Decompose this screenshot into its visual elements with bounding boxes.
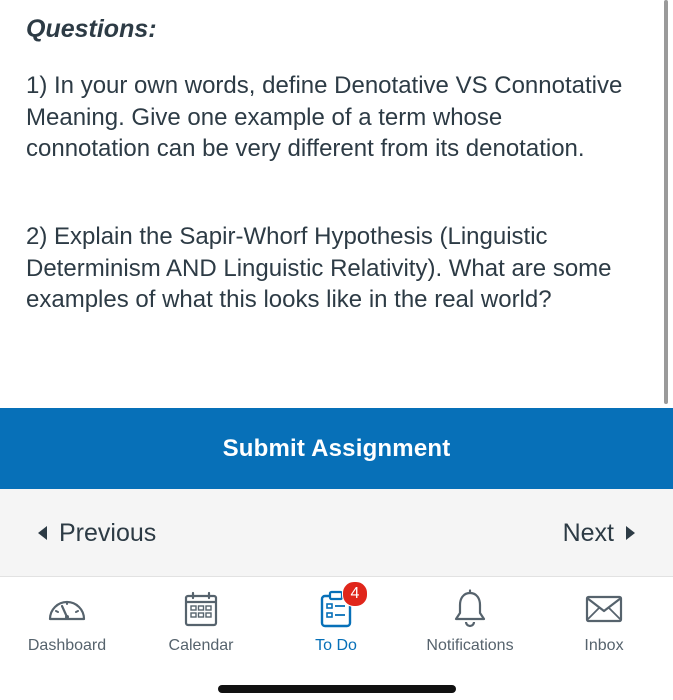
pager-bar: Previous Next bbox=[0, 489, 673, 576]
tab-inbox-label: Inbox bbox=[584, 637, 624, 654]
tab-notifications-label: Notifications bbox=[426, 637, 514, 654]
caret-right-icon bbox=[626, 526, 635, 540]
tab-inbox[interactable]: Inbox bbox=[539, 587, 669, 667]
bell-icon bbox=[448, 587, 492, 631]
previous-label: Previous bbox=[59, 518, 157, 547]
tab-todo-label: To Do bbox=[315, 637, 357, 654]
todo-clipboard-icon: 4 bbox=[314, 581, 368, 631]
questions-heading: Questions: bbox=[26, 15, 157, 43]
question-1: 1) In your own words, define Denotative … bbox=[26, 72, 623, 162]
assignment-screen: Questions: 1) In your own words, define … bbox=[0, 0, 673, 700]
caret-left-icon bbox=[38, 526, 47, 540]
tab-notifications[interactable]: Notifications bbox=[405, 587, 535, 667]
tab-calendar[interactable]: Calendar bbox=[136, 587, 266, 667]
home-indicator[interactable] bbox=[218, 685, 456, 693]
previous-button[interactable]: Previous bbox=[38, 517, 156, 549]
submit-assignment-label: Submit Assignment bbox=[222, 434, 451, 462]
next-button[interactable]: Next bbox=[563, 517, 635, 549]
envelope-icon bbox=[582, 587, 626, 631]
bottom-tab-bar: Dashboard Calendar 4 To Do Notifications… bbox=[0, 576, 673, 700]
content-scrollbar[interactable] bbox=[664, 0, 668, 404]
todo-count-badge: 4 bbox=[342, 581, 368, 607]
tab-calendar-label: Calendar bbox=[168, 637, 234, 654]
next-label: Next bbox=[562, 518, 614, 547]
tab-dashboard[interactable]: Dashboard bbox=[2, 587, 132, 667]
tab-dashboard-label: Dashboard bbox=[27, 637, 107, 654]
calendar-icon bbox=[179, 587, 223, 631]
question-2: 2) Explain the Sapir-Whorf Hypothesis (L… bbox=[26, 223, 612, 313]
assignment-content: Questions: 1) In your own words, define … bbox=[0, 0, 673, 408]
tab-todo[interactable]: 4 To Do bbox=[271, 581, 401, 667]
dashboard-gauge-icon bbox=[45, 587, 89, 631]
submit-assignment-button[interactable]: Submit Assignment bbox=[0, 408, 673, 489]
